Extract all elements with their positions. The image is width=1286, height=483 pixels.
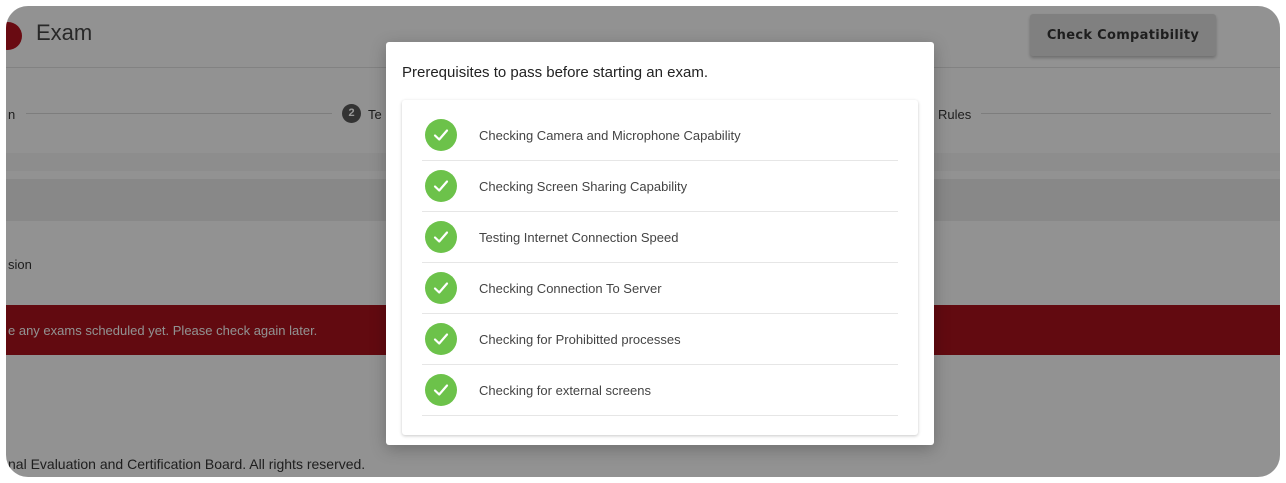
checks-list: Checking Camera and Microphone Capabilit… [402,110,918,416]
check-icon [425,221,457,253]
check-label: Checking Connection To Server [479,281,662,296]
check-label: Checking for Prohibitted processes [479,332,681,347]
check-label: Checking Camera and Microphone Capabilit… [479,128,741,143]
check-icon [425,272,457,304]
check-label: Checking Screen Sharing Capability [479,179,688,194]
prerequisites-dialog: Prerequisites to pass before starting an… [386,42,934,445]
check-label: Testing Internet Connection Speed [479,230,679,245]
list-item: Checking for Prohibitted processes [422,314,898,365]
check-icon [425,323,457,355]
list-item: Checking Camera and Microphone Capabilit… [422,110,898,161]
checks-card: Checking Camera and Microphone Capabilit… [402,100,918,435]
dialog-title: Prerequisites to pass before starting an… [402,64,708,81]
list-item: Testing Internet Connection Speed [422,212,898,263]
list-item: Checking Screen Sharing Capability [422,161,898,212]
list-item: Checking for external screens [422,365,898,416]
check-icon [425,170,457,202]
check-icon [425,374,457,406]
check-icon [425,119,457,151]
app-frame: Exam Check Compatibility n 2 Te Rules si… [6,6,1280,477]
list-item: Checking Connection To Server [422,263,898,314]
check-label: Checking for external screens [479,383,651,398]
